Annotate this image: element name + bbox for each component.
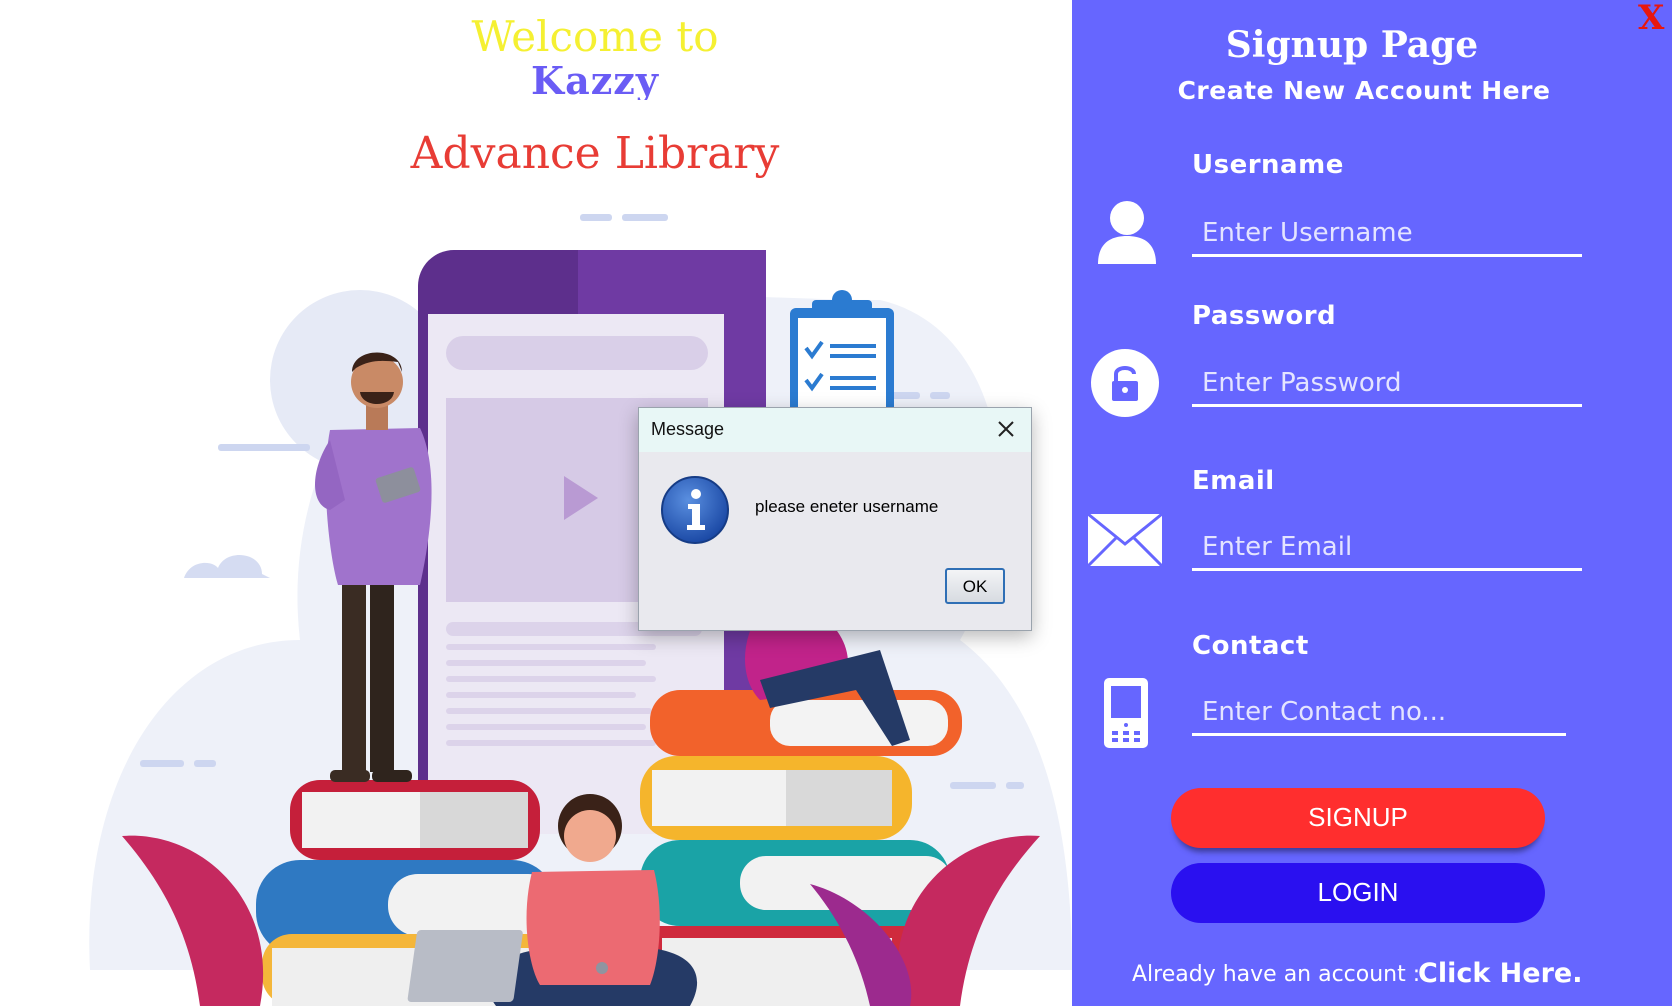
- contact-input[interactable]: Enter Contact no...: [1192, 693, 1566, 736]
- email-label: Email: [1192, 466, 1275, 496]
- password-label: Password: [1192, 301, 1337, 331]
- signup-button[interactable]: SIGNUP: [1171, 788, 1545, 848]
- message-dialog: Message please eneter username OK: [638, 407, 1032, 631]
- phone-icon: [1104, 678, 1148, 748]
- ok-button[interactable]: OK: [945, 568, 1005, 604]
- lock-icon: [1091, 349, 1159, 417]
- envelope-icon: [1086, 512, 1164, 568]
- already-account-text: Already have an account :: [1132, 962, 1421, 987]
- dialog-title: Message: [651, 419, 725, 439]
- page-title: Signup Page: [1225, 24, 1479, 66]
- login-button[interactable]: LOGIN: [1171, 863, 1545, 923]
- username-input[interactable]: Enter Username: [1192, 214, 1582, 257]
- contact-label: Contact: [1192, 631, 1309, 661]
- dialog-titlebar: Message: [639, 408, 1031, 452]
- click-here-link[interactable]: Click Here.: [1418, 958, 1582, 989]
- email-input[interactable]: Enter Email: [1192, 528, 1582, 571]
- password-input[interactable]: Enter Password: [1192, 364, 1582, 407]
- user-icon: [1098, 201, 1156, 264]
- welcome-heading: Welcome to: [471, 12, 719, 61]
- info-icon: [661, 476, 729, 544]
- username-label: Username: [1192, 150, 1344, 180]
- brand-name: Kazzy: [531, 58, 659, 100]
- dialog-close-icon[interactable]: [993, 416, 1019, 442]
- close-window-button[interactable]: X: [1638, 0, 1664, 38]
- signup-panel: Signup Page Create New Account Here User…: [1072, 0, 1672, 1006]
- dialog-message: please eneter username: [755, 497, 939, 516]
- library-title: Advance Library: [410, 128, 780, 179]
- page-subtitle: Create New Account Here: [1177, 76, 1551, 105]
